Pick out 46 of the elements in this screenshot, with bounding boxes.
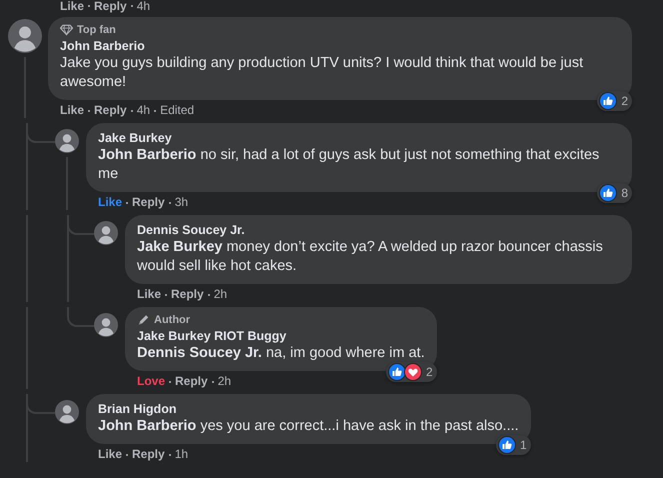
comment-time[interactable]: 3h [174, 195, 188, 210]
commenter-name[interactable]: Jake Burkey RIOT Buggy [137, 328, 425, 344]
comment-time[interactable]: 4h [136, 103, 150, 118]
comment-time[interactable]: 2h [214, 287, 228, 302]
thumbs-up-icon [388, 363, 406, 381]
avatar-icon[interactable] [94, 221, 118, 245]
reply-link[interactable]: Reply [175, 374, 208, 389]
reaction-link[interactable]: Like [137, 287, 162, 302]
reply-link[interactable]: Reply [132, 447, 165, 462]
reaction-count[interactable]: 8 [597, 183, 632, 203]
comment-time[interactable]: 1h [174, 447, 188, 462]
pencil-icon [137, 314, 150, 326]
badge-label: Top fan [77, 24, 116, 36]
edited-label: Edited [160, 103, 194, 118]
comment-text: John Barberio yes you are correct...i have ask in the past also.... [98, 417, 519, 436]
commenter-name[interactable]: Dennis Soucey Jr. [137, 222, 620, 238]
diamond-icon [60, 24, 73, 36]
commenter-name[interactable]: John Barberio [60, 38, 620, 54]
thumbs-up-icon [599, 92, 618, 110]
like-link[interactable]: Like [60, 0, 84, 12]
comment-text: John Barberio no sir, had a lot of guys ask but just not something that excites me [98, 146, 600, 184]
reaction-count[interactable]: 1 [496, 435, 531, 455]
reaction-count[interactable]: 2 [597, 91, 632, 111]
reply-link[interactable]: Reply [94, 0, 127, 12]
thumbs-up-icon [599, 184, 618, 202]
thumbs-up-icon [498, 436, 516, 454]
reply-link[interactable]: Reply [171, 287, 204, 302]
badge-label: Author [154, 314, 190, 326]
avatar-icon[interactable] [55, 400, 79, 424]
commenter-name[interactable]: Brian Higdon [98, 401, 519, 417]
reaction-link[interactable]: Like [98, 447, 122, 462]
reaction-count[interactable]: 2 [386, 362, 437, 382]
reaction-link[interactable]: Love [137, 374, 166, 389]
comment-text: Jake you guys building any production UTV units? I would think that would be just awesome! [60, 54, 584, 92]
comment-text: Jake Burkey money don’t excite ya? A welded up razor bouncer chassis would sell like hot cakes. [137, 238, 604, 276]
commenter-name[interactable]: Jake Burkey [98, 130, 620, 146]
reaction-link[interactable]: Like [60, 103, 84, 118]
comment-time: 4h [136, 0, 150, 12]
reply-link[interactable]: Reply [132, 195, 165, 210]
comment-time[interactable]: 2h [218, 374, 232, 389]
avatar-icon[interactable] [94, 313, 118, 337]
reaction-link[interactable]: Like [98, 195, 122, 210]
avatar-icon[interactable] [8, 19, 42, 53]
comment-text: Dennis Soucey Jr. na, im good where im at. [137, 344, 425, 363]
avatar-icon[interactable] [55, 129, 79, 153]
reply-link[interactable]: Reply [94, 103, 127, 118]
